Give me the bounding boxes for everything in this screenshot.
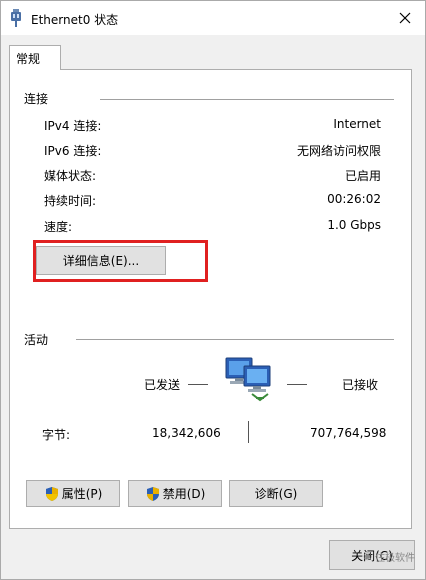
sent-label: 已发送	[144, 378, 181, 392]
received-label: 已接收	[342, 378, 379, 392]
properties-button-label: 属性(P)	[61, 487, 103, 501]
speed-value: 1.0 Gbps	[327, 218, 381, 232]
ipv6-label: IPv6 连接:	[44, 144, 102, 158]
bytes-label: 字节:	[42, 428, 71, 442]
properties-button[interactable]: 属性(P)	[26, 480, 120, 507]
received-dash	[287, 384, 307, 385]
sent-dash	[188, 384, 208, 385]
title-bar: Ethernet0 状态	[1, 1, 425, 35]
activity-divider	[76, 339, 394, 340]
bytes-received-value: 707,764,598	[310, 426, 387, 440]
watermark: ◉ 住极软件	[363, 549, 415, 564]
ethernet-status-dialog: Ethernet0 状态 常规 连接 IPv4 连接: Internet IPv…	[0, 0, 426, 580]
duration-label: 持续时间:	[44, 194, 97, 208]
disable-button[interactable]: 禁用(D)	[128, 480, 222, 507]
window-title: Ethernet0 状态	[31, 13, 119, 27]
media-state-label: 媒体状态:	[44, 169, 97, 183]
duration-value: 00:26:02	[327, 192, 381, 206]
network-computers-icon	[225, 357, 271, 402]
bytes-separator	[248, 421, 249, 443]
watermark-text: 住极软件	[375, 553, 415, 564]
uac-shield-icon	[45, 486, 58, 501]
network-adapter-icon	[11, 9, 21, 27]
speed-label: 速度:	[44, 220, 73, 234]
ipv4-label: IPv4 连接:	[44, 119, 102, 133]
ipv6-value: 无网络访问权限	[296, 144, 381, 158]
highlight-annotation	[33, 240, 208, 282]
ipv4-value: Internet	[333, 117, 381, 131]
disable-button-label: 禁用(D)	[162, 487, 206, 501]
general-panel: 连接 IPv4 连接: Internet IPv6 连接: 无网络访问权限 媒体…	[9, 69, 412, 529]
connection-divider	[100, 99, 394, 100]
tab-general[interactable]: 常规	[9, 45, 61, 70]
diagnose-button[interactable]: 诊断(G)	[229, 480, 323, 507]
uac-shield-icon	[146, 486, 159, 501]
connection-group-label: 连接	[24, 92, 49, 106]
close-icon	[399, 12, 411, 24]
close-window-button[interactable]	[385, 1, 425, 35]
wechat-icon: ◉	[363, 551, 372, 562]
activity-group-label: 活动	[24, 333, 49, 347]
media-state-value: 已启用	[344, 169, 381, 183]
bytes-sent-value: 18,342,606	[152, 426, 221, 440]
